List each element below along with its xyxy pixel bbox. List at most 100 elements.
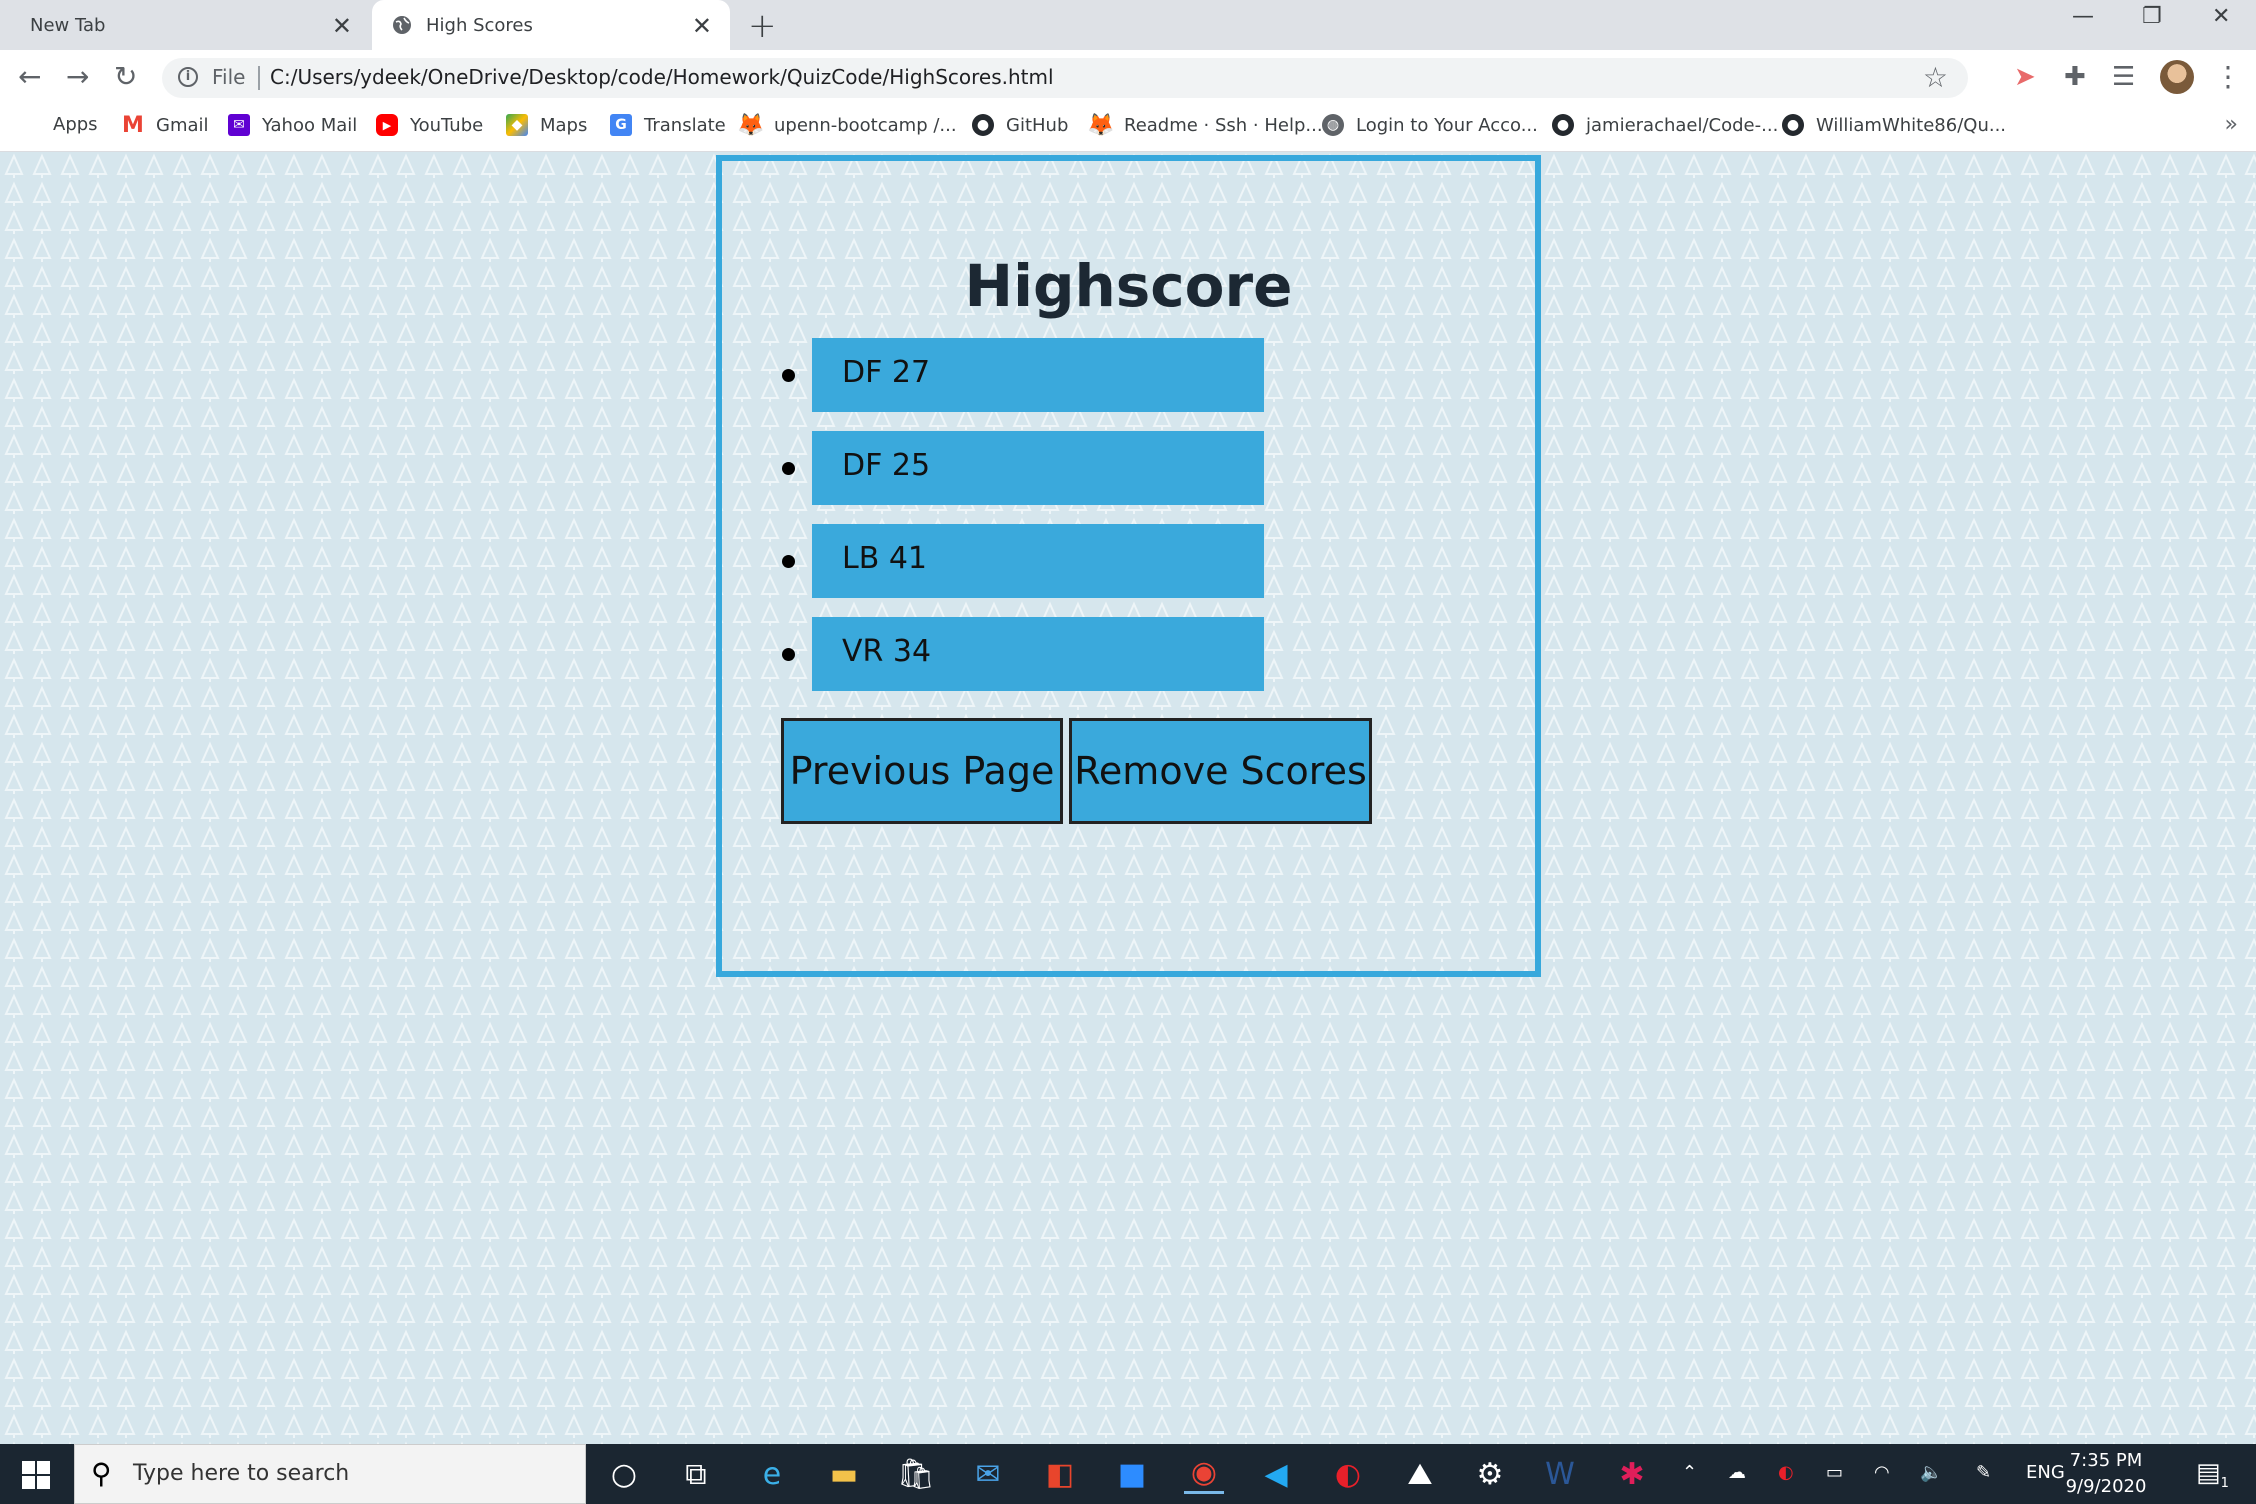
extension-arrow-icon[interactable]: ➤ xyxy=(2014,62,2036,92)
mail-icon[interactable]: ✉ xyxy=(968,1454,1008,1494)
bookmark-jamierachael[interactable]: ● jamierachael/Code-... xyxy=(1552,114,1778,136)
info-icon[interactable]: i xyxy=(178,67,198,87)
bookmark-label: Apps xyxy=(53,114,98,135)
score-item: VR 34 xyxy=(782,617,1264,691)
security-app-icon[interactable]: ◐ xyxy=(1328,1454,1368,1494)
bookmark-youtube[interactable]: ▶ YouTube xyxy=(376,114,483,136)
restore-icon[interactable]: ❐ xyxy=(2142,4,2162,29)
bookmark-label: upenn-bootcamp /... xyxy=(774,114,957,136)
search-icon: ⚲ xyxy=(91,1457,112,1490)
score-item: LB 41 xyxy=(782,524,1264,598)
word-icon[interactable]: W xyxy=(1540,1454,1580,1494)
list-bullet xyxy=(782,462,795,475)
office-icon[interactable]: ◧ xyxy=(1040,1454,1080,1494)
address-bar[interactable]: i File C:/Users/ydeek/OneDrive/Desktop/c… xyxy=(162,58,1968,98)
volume-icon[interactable]: 🔈 xyxy=(1920,1462,1942,1483)
globe-icon xyxy=(393,16,411,34)
wifi-icon[interactable]: ◠ xyxy=(1874,1462,1890,1483)
minimize-icon[interactable]: — xyxy=(2072,4,2094,29)
tab-new-tab[interactable]: New Tab ✕ xyxy=(0,0,370,50)
bookmark-label: Gmail xyxy=(156,114,209,136)
chrome-icon[interactable]: ◉ xyxy=(1184,1454,1224,1494)
edge-icon[interactable]: e xyxy=(752,1454,792,1494)
remove-scores-button[interactable]: Remove Scores xyxy=(1069,718,1372,824)
tab-title: High Scores xyxy=(426,14,533,36)
bookmark-label: Yahoo Mail xyxy=(262,114,358,136)
bookmark-label: Maps xyxy=(540,114,588,136)
gitlab-icon: 🦊 xyxy=(737,112,765,138)
bookmark-github[interactable]: ● GitHub xyxy=(972,114,1068,136)
gallery-icon[interactable]: ⛰ xyxy=(1400,1454,1440,1494)
score-list: DF 27 DF 25 LB 41 VR 34 xyxy=(782,338,1264,710)
tab-high-scores[interactable]: High Scores ✕ xyxy=(372,0,730,50)
highscore-card: Highscore DF 27 DF 25 LB 41 VR 34 Previo… xyxy=(716,155,1541,977)
maps-icon: ◆ xyxy=(506,114,528,136)
more-bookmarks-chevron-icon[interactable]: » xyxy=(2225,112,2238,137)
bookmark-maps[interactable]: ◆ Maps xyxy=(506,114,587,136)
previous-page-button[interactable]: Previous Page xyxy=(781,718,1063,824)
forward-arrow-icon[interactable]: → xyxy=(66,60,89,93)
back-arrow-icon[interactable]: ← xyxy=(18,60,41,93)
score-label: LB 41 xyxy=(842,541,928,576)
list-bullet xyxy=(782,555,795,568)
windows-start-icon[interactable] xyxy=(22,1461,50,1489)
gitlab-icon: 🦊 xyxy=(1087,112,1115,138)
list-bullet xyxy=(782,369,795,382)
media-queue-icon[interactable]: ☰ xyxy=(2112,62,2135,92)
security-tray-icon[interactable]: ◐ xyxy=(1778,1462,1794,1483)
apps-grid-icon xyxy=(22,115,41,134)
onedrive-cloud-icon[interactable]: ☁ xyxy=(1728,1462,1746,1483)
score-label: DF 27 xyxy=(842,355,931,390)
bookmark-apps[interactable]: Apps xyxy=(22,114,98,135)
tab-title: New Tab xyxy=(30,14,106,36)
github-icon: ● xyxy=(1552,114,1574,136)
clock-date: 9/9/2020 xyxy=(2065,1476,2147,1497)
list-bullet xyxy=(782,648,795,661)
bookmark-translate[interactable]: G Translate xyxy=(610,114,726,136)
translate-icon: G xyxy=(610,114,632,136)
bookmark-label: Readme · Ssh · Help... xyxy=(1124,114,1323,136)
taskbar-search-box[interactable]: ⚲ Type here to search xyxy=(74,1444,586,1504)
task-view-icon[interactable]: ⧉ xyxy=(676,1454,716,1494)
yahoo-mail-icon: ✉ xyxy=(228,114,250,136)
address-separator xyxy=(258,66,260,90)
zoom-icon[interactable]: ■ xyxy=(1112,1454,1152,1494)
pen-icon[interactable]: ✎ xyxy=(1976,1462,1991,1483)
bookmark-readme-ssh[interactable]: 🦊 Readme · Ssh · Help... xyxy=(1087,112,1323,138)
battery-icon[interactable]: ▭ xyxy=(1826,1462,1843,1483)
show-hidden-icons-chevron-icon[interactable]: ⌃ xyxy=(1682,1462,1697,1483)
clock[interactable]: 7:35 PM 9/9/2020 xyxy=(2058,1448,2154,1500)
extensions-puzzle-icon[interactable]: ✚ xyxy=(2064,62,2086,92)
menu-kebab-icon[interactable]: ⋮ xyxy=(2214,60,2242,93)
windows-taskbar: ⚲ Type here to search ○ ⧉ e ▬ 🛍 ✉ ◧ ■ ◉ … xyxy=(0,1444,2256,1504)
slack-icon[interactable]: ✱ xyxy=(1612,1454,1652,1494)
bookmark-label: jamierachael/Code-... xyxy=(1586,114,1779,136)
vscode-icon[interactable]: ◀ xyxy=(1256,1454,1296,1494)
close-tab-icon[interactable]: ✕ xyxy=(692,12,712,40)
new-tab-plus-icon[interactable]: + xyxy=(748,6,777,46)
bookmark-label: GitHub xyxy=(1006,114,1069,136)
bookmarks-bar: Apps M Gmail ✉ Yahoo Mail ▶ YouTube ◆ Ma… xyxy=(0,106,2256,152)
bookmark-upenn-bootcamp[interactable]: 🦊 upenn-bootcamp /... xyxy=(737,112,957,138)
bookmark-label: Translate xyxy=(644,114,726,136)
file-explorer-icon[interactable]: ▬ xyxy=(824,1454,864,1494)
bookmark-star-icon[interactable]: ☆ xyxy=(1923,61,1948,94)
bookmark-label: WilliamWhite86/Qu... xyxy=(1816,114,2007,136)
gmail-icon: M xyxy=(122,112,144,138)
settings-gear-icon[interactable]: ⚙ xyxy=(1470,1454,1510,1494)
bookmark-yahoo-mail[interactable]: ✉ Yahoo Mail xyxy=(228,114,357,136)
store-icon[interactable]: 🛍 xyxy=(896,1454,936,1494)
search-placeholder: Type here to search xyxy=(133,1461,350,1486)
notification-icon[interactable]: ▤1 xyxy=(2196,1458,2229,1491)
url-text[interactable]: C:/Users/ydeek/OneDrive/Desktop/code/Hom… xyxy=(270,65,1054,89)
close-tab-icon[interactable]: ✕ xyxy=(332,12,352,40)
profile-avatar[interactable] xyxy=(2160,60,2194,94)
bookmark-login[interactable]: ◍ Login to Your Acco... xyxy=(1322,114,1538,136)
bookmark-label: YouTube xyxy=(410,114,484,136)
reload-icon[interactable]: ↻ xyxy=(114,60,137,93)
bookmark-williamwhite86[interactable]: ● WilliamWhite86/Qu... xyxy=(1782,114,2006,136)
bookmark-gmail[interactable]: M Gmail xyxy=(122,112,209,138)
youtube-icon: ▶ xyxy=(376,114,398,136)
cortana-icon[interactable]: ○ xyxy=(604,1454,644,1494)
close-window-icon[interactable]: ✕ xyxy=(2212,4,2230,29)
